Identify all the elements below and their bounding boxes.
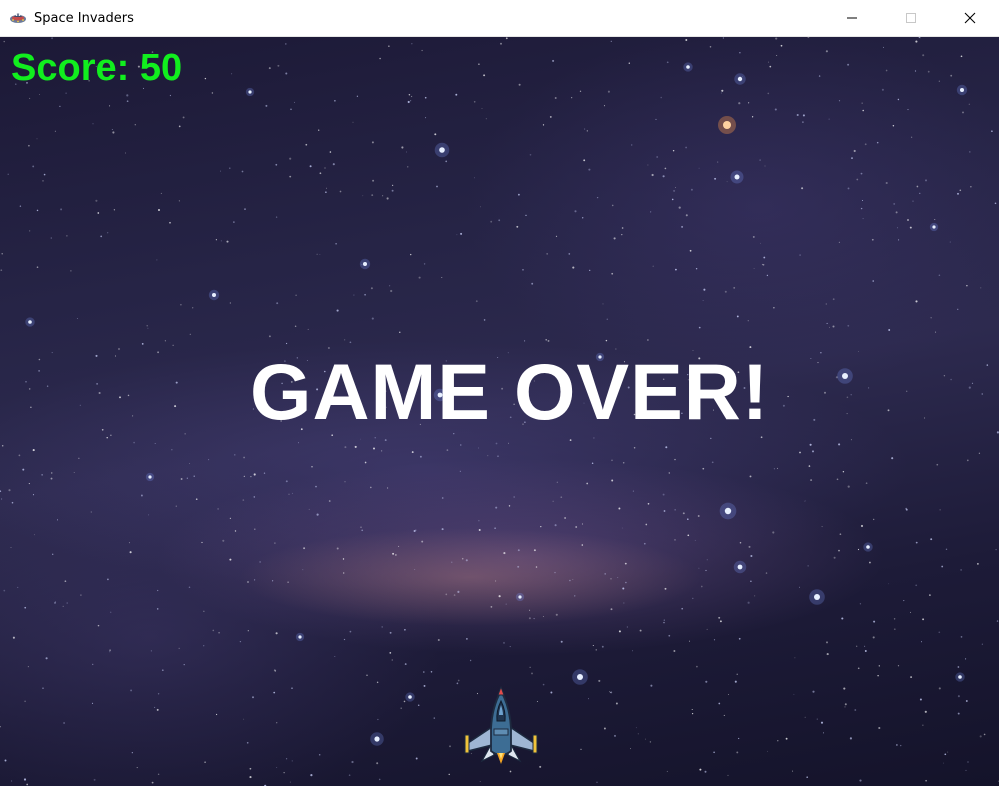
window-controls xyxy=(822,0,999,36)
minimize-icon xyxy=(846,17,857,19)
spaceship-icon xyxy=(464,685,538,764)
minimize-button[interactable] xyxy=(822,0,881,36)
game-window: Space Invaders Score: 50 GAME OVER! xyxy=(0,0,999,788)
maximize-icon xyxy=(905,13,916,23)
title-bar[interactable]: Space Invaders xyxy=(0,0,999,37)
maximize-button[interactable] xyxy=(881,0,940,36)
window-title: Space Invaders xyxy=(34,10,134,26)
game-over-message: GAME OVER! xyxy=(250,347,770,436)
close-button[interactable] xyxy=(940,0,999,36)
score-display: Score: 50 xyxy=(11,47,183,89)
close-icon xyxy=(964,12,975,24)
alien-invader-icon xyxy=(10,13,26,23)
game-canvas[interactable]: Score: 50 GAME OVER! xyxy=(0,37,999,786)
